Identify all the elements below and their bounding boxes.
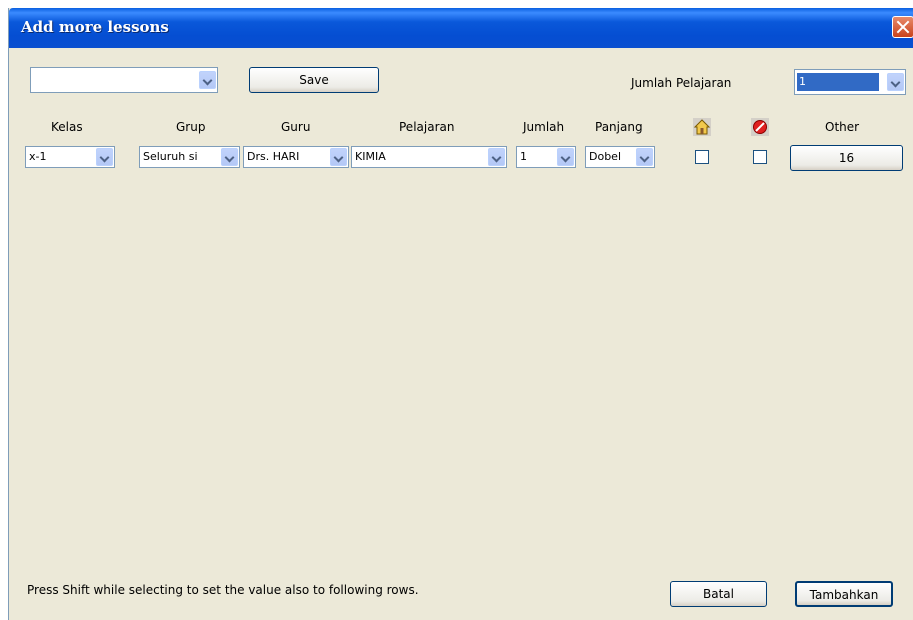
chevron-down-icon[interactable] xyxy=(887,73,904,91)
chevron-down-icon[interactable] xyxy=(199,71,216,89)
kelas-value: x-1 xyxy=(29,150,47,163)
grup-value: Seluruh si xyxy=(143,150,198,163)
panjang-select[interactable]: Dobel xyxy=(585,146,655,168)
guru-select[interactable]: Drs. HARI xyxy=(243,146,349,168)
jumlah-pelajaran-label: Jumlah Pelajaran xyxy=(631,76,732,90)
guru-value: Drs. HARI xyxy=(247,150,300,163)
chevron-down-icon[interactable] xyxy=(330,148,347,166)
header-grup: Grup xyxy=(176,120,206,134)
dialog-window: Add more lessons Save Jumlah Pelajaran 1… xyxy=(8,8,913,620)
title-bar[interactable]: Add more lessons xyxy=(9,8,913,48)
kelas-select[interactable]: x-1 xyxy=(25,146,115,168)
close-icon[interactable] xyxy=(892,16,913,38)
header-jumlah: Jumlah xyxy=(523,120,565,134)
chevron-down-icon[interactable] xyxy=(96,148,113,166)
other-button[interactable]: 16 xyxy=(790,145,903,171)
cancel-button[interactable]: Batal xyxy=(670,581,767,607)
pelajaran-select[interactable]: KIMIA xyxy=(351,146,507,168)
chevron-down-icon[interactable] xyxy=(221,148,238,166)
header-panjang: Panjang xyxy=(595,120,643,134)
home-icon xyxy=(693,118,711,136)
no-entry-icon xyxy=(751,118,769,136)
template-select[interactable] xyxy=(30,67,218,93)
save-button[interactable]: Save xyxy=(249,67,379,93)
grup-select[interactable]: Seluruh si xyxy=(139,146,240,168)
header-other: Other xyxy=(825,120,860,134)
jumlah-pelajaran-value: 1 xyxy=(797,73,879,91)
blocked-checkbox[interactable] xyxy=(753,150,767,164)
jumlah-pelajaran-select[interactable]: 1 xyxy=(794,69,906,95)
add-button[interactable]: Tambahkan xyxy=(795,581,893,607)
home-checkbox[interactable] xyxy=(695,150,709,164)
window-title: Add more lessons xyxy=(21,18,169,36)
panjang-value: Dobel xyxy=(589,150,622,163)
chevron-down-icon[interactable] xyxy=(488,148,505,166)
jumlah-value: 1 xyxy=(520,150,527,163)
chevron-down-icon[interactable] xyxy=(557,148,574,166)
hint-text: Press Shift while selecting to set the v… xyxy=(27,583,419,597)
chevron-down-icon[interactable] xyxy=(636,148,653,166)
header-pelajaran: Pelajaran xyxy=(399,120,455,134)
jumlah-select[interactable]: 1 xyxy=(516,146,576,168)
header-kelas: Kelas xyxy=(51,120,83,134)
pelajaran-value: KIMIA xyxy=(355,150,386,163)
header-guru: Guru xyxy=(281,120,311,134)
